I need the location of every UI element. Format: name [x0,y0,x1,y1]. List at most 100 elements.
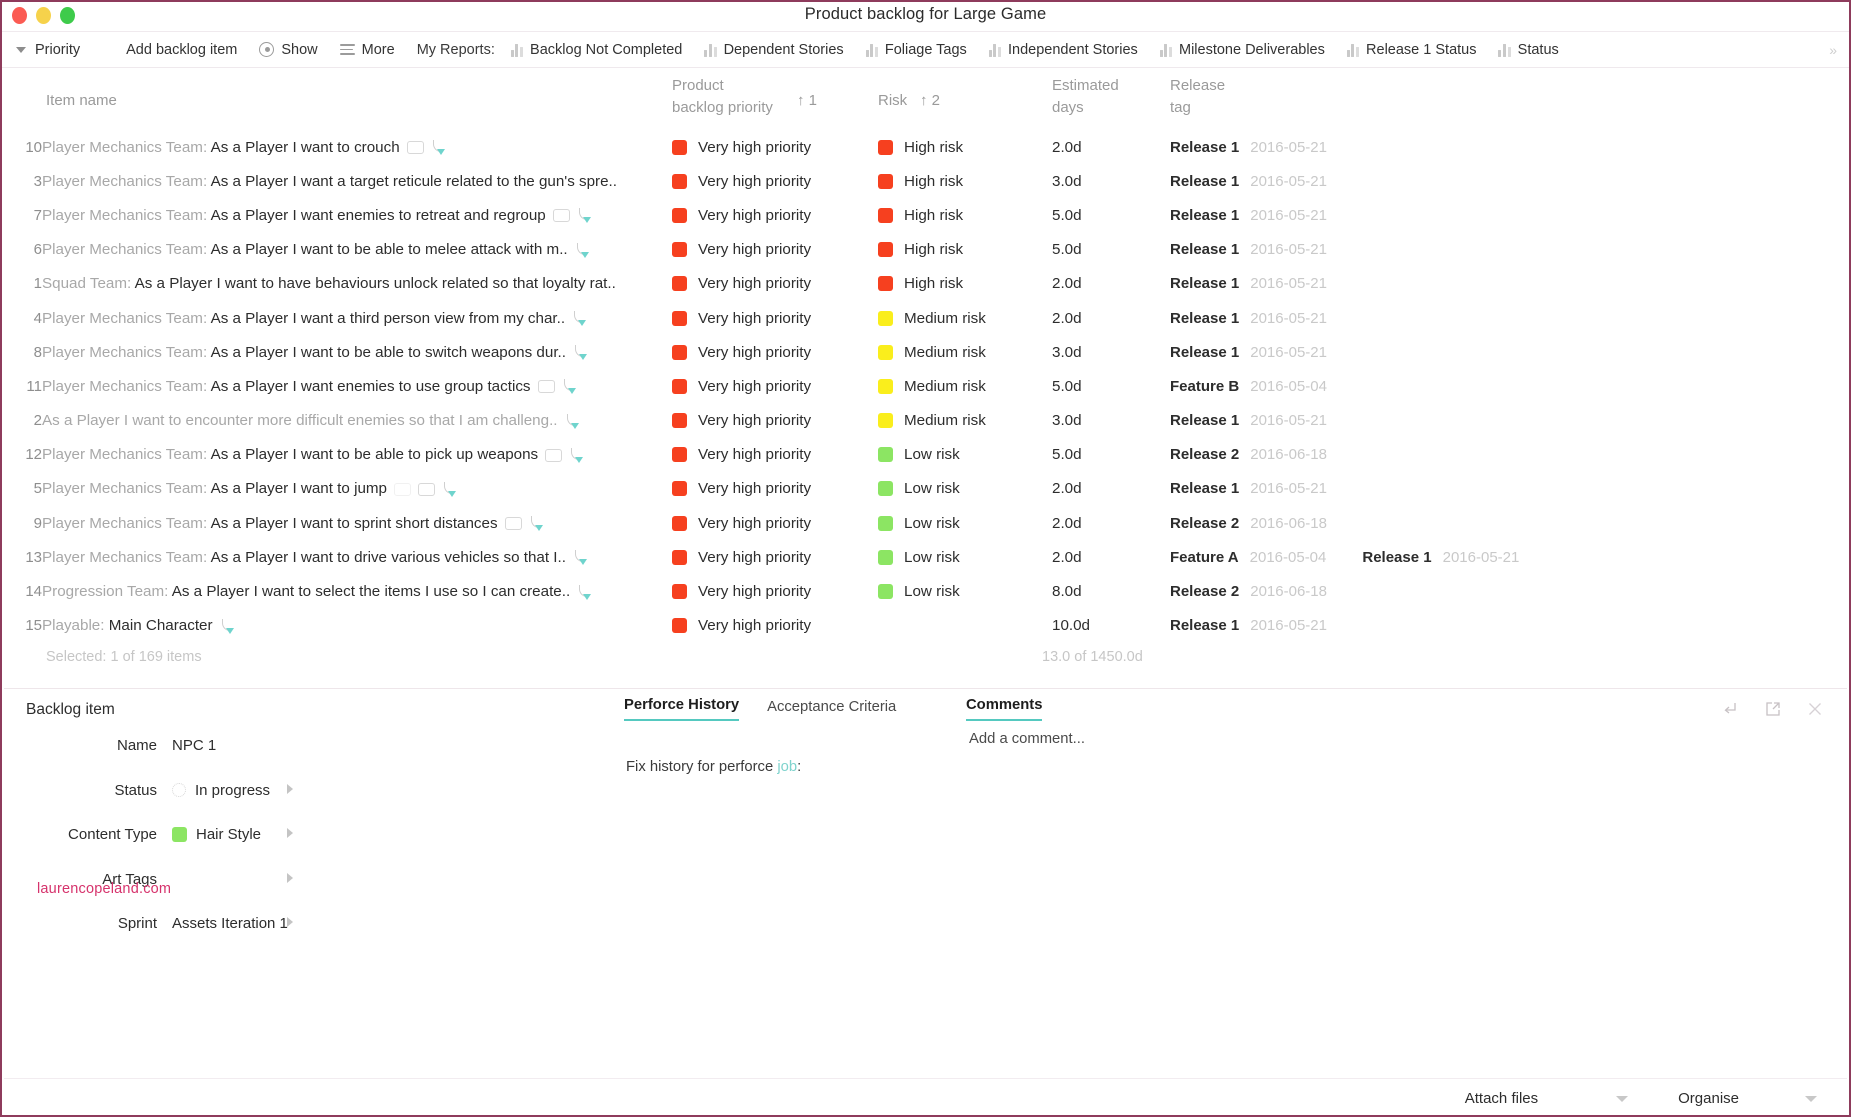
row-priority[interactable]: Very high priority [672,549,811,566]
detail-field-value[interactable]: Assets Iteration 1 [172,915,288,932]
release-tag[interactable]: Feature A 2016-05-04 [1170,549,1326,566]
column-header-risk[interactable]: Risk [878,90,907,112]
row-item-name[interactable]: Progression Team: As a Player I want to … [42,583,672,600]
release-tag[interactable]: Release 1 2016-05-21 [1170,344,1327,361]
row-estimated-days[interactable]: 2.0d [1052,139,1082,156]
chevron-right-icon[interactable] [287,783,293,794]
report-independent-stories[interactable]: Independent Stories [988,42,1138,58]
detail-field-value[interactable]: In progress [172,782,270,799]
chevron-down-icon[interactable] [1805,1095,1817,1102]
release-tag[interactable]: Release 1 2016-05-21 [1170,139,1327,156]
note-icon[interactable] [545,448,563,462]
note-icon[interactable] [552,209,570,223]
row-estimated-days[interactable]: 2.0d [1052,515,1082,532]
row-priority[interactable]: Very high priority [672,412,811,429]
note-icon[interactable] [406,141,424,155]
row-release-tags[interactable]: Release 1 2016-05-21 [1170,207,1353,224]
table-row[interactable]: 5 Player Mechanics Team: As a Player I wa… [2,472,1849,506]
row-release-tags[interactable]: Release 1 2016-05-21 [1170,480,1353,497]
subtask-arrow-icon[interactable] [577,584,592,600]
row-release-tags[interactable]: Release 1 2016-05-21 [1170,173,1353,190]
row-release-tags[interactable]: Release 2 2016-06-18 [1170,583,1353,600]
row-risk[interactable]: Low risk [878,515,960,532]
table-row[interactable]: 15 Playable: Main Character Very high prio… [2,609,1849,643]
subtask-arrow-icon[interactable] [565,413,579,429]
faint-note-icon[interactable] [393,482,411,496]
release-tag[interactable]: Release 1 2016-05-21 [1170,310,1327,327]
row-priority[interactable]: Very high priority [672,344,811,361]
subtask-arrow-icon[interactable] [529,516,543,532]
chevron-right-icon[interactable] [287,872,293,883]
table-row[interactable]: 7 Player Mechanics Team: As a Player I wa… [2,198,1849,232]
tab-acceptance-criteria[interactable]: Acceptance Criteria [767,699,896,721]
table-row[interactable]: 14 Progression Team: As a Player I want t… [2,574,1849,608]
row-release-tags[interactable]: Release 1 2016-05-21 [1170,617,1353,634]
row-risk[interactable]: Medium risk [878,378,986,395]
row-item-name[interactable]: Player Mechanics Team: As a Player I wan… [42,446,672,463]
row-risk[interactable]: Low risk [878,446,960,463]
row-release-tags[interactable]: Release 2 2016-06-18 [1170,446,1353,463]
report-status[interactable]: Status [1498,42,1559,58]
row-estimated-days[interactable]: 2.0d [1052,310,1082,327]
table-row[interactable]: 3 Player Mechanics Team: As a Player I wa… [2,164,1849,198]
row-item-name[interactable]: Player Mechanics Team: As a Player I wan… [42,515,672,532]
row-estimated-days[interactable]: 2.0d [1052,549,1082,566]
row-estimated-days[interactable]: 2.0d [1052,480,1082,497]
table-row[interactable]: 13 Player Mechanics Team: As a Player I w… [2,540,1849,574]
return-arrow-icon[interactable] [1721,699,1741,719]
tab-perforce-history[interactable]: Perforce History [624,697,740,721]
subtask-arrow-icon[interactable] [577,208,591,224]
table-row[interactable]: 11 Player Mechanics Team: As a Player I w… [2,369,1849,403]
row-item-name[interactable]: Player Mechanics Team: As a Player I wan… [42,207,672,224]
row-item-name[interactable]: Player Mechanics Team: As a Player I wan… [42,549,672,566]
row-release-tags[interactable]: Release 2 2016-06-18 [1170,515,1353,532]
table-row[interactable]: 4 Player Mechanics Team: As a Player I wa… [2,301,1849,335]
chevron-down-icon[interactable] [1616,1095,1629,1102]
row-release-tags[interactable]: Release 1 2016-05-21 [1170,241,1353,258]
row-item-name[interactable]: Player Mechanics Team: As a Player I wan… [42,139,672,156]
release-tag[interactable]: Release 2 2016-06-18 [1170,515,1327,532]
row-item-name[interactable]: Player Mechanics Team: As a Player I wan… [42,310,672,327]
row-priority[interactable]: Very high priority [672,310,811,327]
row-risk[interactable]: High risk [878,207,963,224]
add-comment-input[interactable]: Add a comment... [969,731,1085,747]
row-priority[interactable]: Very high priority [672,207,811,224]
row-item-name[interactable]: Squad Team: As a Player I want to have b… [42,275,672,292]
row-risk[interactable]: High risk [878,173,963,190]
row-estimated-days[interactable]: 5.0d [1052,241,1082,258]
release-tag[interactable]: Release 2 2016-06-18 [1170,446,1327,463]
release-tag[interactable]: Release 1 2016-05-21 [1362,549,1519,566]
row-release-tags[interactable]: Release 1 2016-05-21 [1170,310,1353,327]
row-priority[interactable]: Very high priority [672,446,811,463]
row-estimated-days[interactable]: 3.0d [1052,344,1082,361]
row-item-name[interactable]: Player Mechanics Team: As a Player I wan… [42,344,672,361]
row-risk[interactable]: Low risk [878,549,960,566]
row-release-tags[interactable]: Release 1 2016-05-21 [1170,344,1353,361]
row-estimated-days[interactable]: 3.0d [1052,412,1082,429]
subtask-arrow-icon[interactable] [569,447,584,463]
table-row[interactable]: 8 Player Mechanics Team: As a Player I wa… [2,335,1849,369]
subtask-arrow-icon[interactable] [573,550,587,566]
row-priority[interactable]: Very high priority [672,139,811,156]
note-icon[interactable] [417,482,435,496]
row-item-name[interactable]: Player Mechanics Team: As a Player I wan… [42,241,672,258]
row-priority[interactable]: Very high priority [672,173,811,190]
subtask-arrow-icon[interactable] [431,140,445,156]
toolbar-overflow-icon[interactable]: » [1829,42,1837,58]
row-priority[interactable]: Very high priority [672,583,811,600]
priority-dropdown[interactable]: Priority [16,42,80,58]
release-tag[interactable]: Feature B 2016-05-04 [1170,378,1327,395]
show-button[interactable]: Show [259,42,318,58]
row-risk[interactable]: High risk [878,275,963,292]
row-risk[interactable]: Medium risk [878,412,986,429]
row-risk[interactable]: Low risk [878,583,960,600]
release-tag[interactable]: Release 1 2016-05-21 [1170,480,1327,497]
row-risk[interactable]: Low risk [878,480,960,497]
report-backlog-not-completed[interactable]: Backlog Not Completed [510,42,682,58]
attach-files-button[interactable]: Attach files [1465,1090,1678,1107]
subtask-arrow-icon[interactable] [562,379,576,395]
release-tag[interactable]: Release 1 2016-05-21 [1170,412,1327,429]
row-estimated-days[interactable]: 10.0d [1052,617,1090,634]
subtask-arrow-icon[interactable] [572,311,587,327]
chevron-right-icon[interactable] [287,828,293,838]
